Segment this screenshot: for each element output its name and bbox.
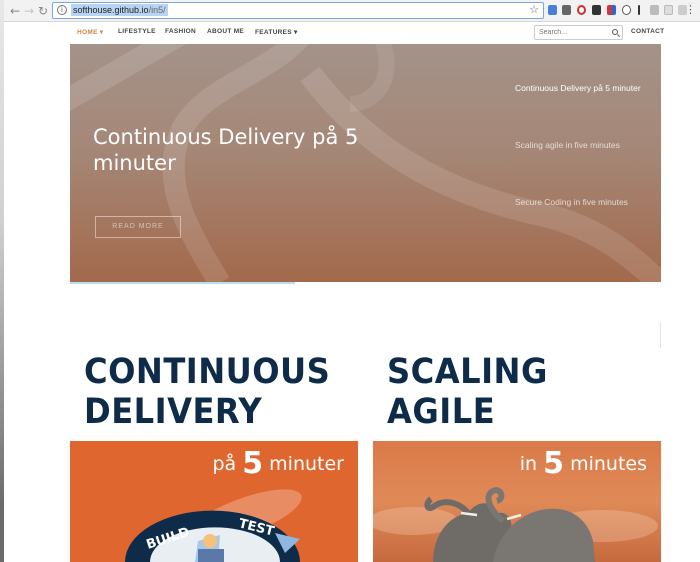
translate-extension-icon[interactable] <box>548 5 557 15</box>
extension-icon[interactable] <box>592 5 601 15</box>
site-info-icon[interactable]: i <box>57 5 67 15</box>
site-navbar: HOME ▾ LIFESTYLE FASHION ABOUT ME FEATUR… <box>4 22 700 44</box>
reload-icon[interactable]: ↻ <box>38 4 48 18</box>
banner-text: in 5 minutes <box>519 446 647 481</box>
bookmark-star-icon[interactable]: ☆ <box>529 3 539 16</box>
card-title: CONTINUOUS DELIVERY <box>84 352 331 432</box>
browser-toolbar: ← → ↻ i softhouse.github.io/in5/ ☆ ⋮ <box>4 0 700 22</box>
window-edge <box>0 0 4 562</box>
menu-dots-icon[interactable]: ⋮ <box>685 3 696 16</box>
slider-progress-fill <box>70 282 295 284</box>
address-bar[interactable]: i softhouse.github.io/in5/ ☆ <box>52 2 544 19</box>
screenshot-frame: ← → ↻ i softhouse.github.io/in5/ ☆ ⋮ HOM… <box>0 0 700 562</box>
search-box <box>534 25 623 40</box>
nav-item-home[interactable]: HOME ▾ <box>77 28 103 36</box>
read-more-button[interactable]: READ MORE <box>95 216 181 238</box>
card-title: SCALING AGILE <box>387 352 548 432</box>
hero-slider: Continuous Delivery på 5 minuter READ MO… <box>70 44 661 283</box>
search-icon[interactable] <box>612 29 618 35</box>
nav-item-contact[interactable]: CONTACT <box>631 28 664 35</box>
slide-link-1[interactable]: Continuous Delivery på 5 minuter <box>515 82 645 94</box>
slider-progress-bar <box>70 282 661 284</box>
slide-link-2[interactable]: Scaling agile in five minutes <box>515 139 645 151</box>
extension-icon[interactable] <box>562 5 571 15</box>
url-text[interactable]: softhouse.github.io/in5/ <box>71 4 168 16</box>
nav-item-lifestyle[interactable]: LIFESTYLE <box>118 28 156 35</box>
banner-text: på 5 minuter <box>212 446 344 481</box>
post-card-continuous-delivery[interactable]: CONTINUOUS DELIVERY BUILD TEST på 5 minut… <box>70 348 358 562</box>
nav-item-features[interactable]: FEATURES ▾ <box>255 28 298 36</box>
block-extension-icon[interactable] <box>622 5 631 15</box>
nav-item-fashion[interactable]: FASHION <box>165 28 196 35</box>
extension-icon[interactable] <box>638 5 640 15</box>
extension-icon[interactable] <box>607 5 616 15</box>
extension-icon[interactable] <box>664 5 673 15</box>
post-card-scaling-agile[interactable]: SCALING AGILE in 5 minutes <box>373 348 661 562</box>
extension-icon[interactable] <box>650 5 659 15</box>
forward-arrow-icon[interactable]: → <box>24 4 34 18</box>
search-input[interactable] <box>539 27 605 38</box>
back-arrow-icon[interactable]: ← <box>10 4 20 18</box>
opera-extension-icon[interactable] <box>577 5 586 15</box>
card-banner: BUILD TEST på 5 minuter <box>70 441 358 562</box>
slide-link-3[interactable]: Secure Coding in five minutes <box>515 196 645 208</box>
card-banner: in 5 minutes <box>373 441 661 562</box>
hero-title: Continuous Delivery på 5 minuter <box>93 125 359 175</box>
nav-item-about-me[interactable]: ABOUT ME <box>207 28 244 35</box>
